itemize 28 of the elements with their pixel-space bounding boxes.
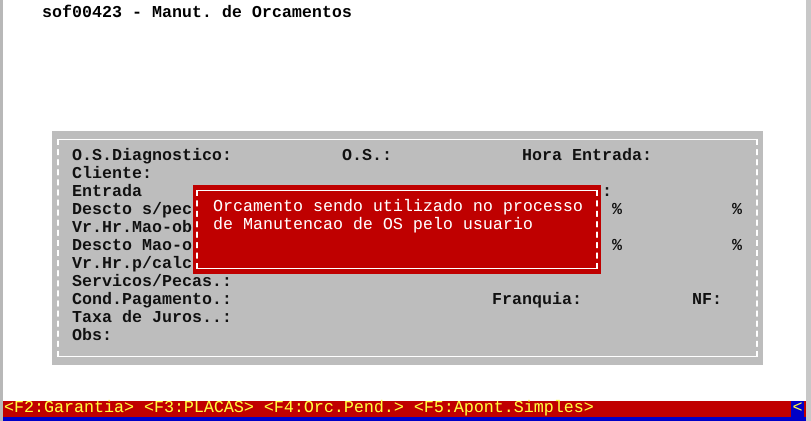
field-label: Cliente: <box>72 166 152 184</box>
field-label: % <box>732 202 742 220</box>
scroll-indicator[interactable]: < <box>791 401 804 417</box>
function-key[interactable]: <F2:Garantia> <box>4 401 134 417</box>
field-label: Taxa de Juros..: <box>72 310 232 328</box>
function-key[interactable]: <F5:Apont.Simples> <box>414 401 594 417</box>
field-label: Obs: <box>72 328 112 346</box>
field-label: Descto Mao-o <box>72 238 192 256</box>
field-label: O.S.Diagnostico: <box>72 148 232 166</box>
alert-message: de Manutencao de OS pelo usuario <box>213 217 533 235</box>
function-key[interactable]: <F4:Orc.Pend.> <box>264 401 404 417</box>
field-label: % <box>612 238 622 256</box>
field-label: % <box>612 202 622 220</box>
field-label: Entrada <box>72 184 142 202</box>
field-label: Servicos/Pecas.: <box>72 274 232 292</box>
field-label: Vr.Hr.Mao-ob <box>72 220 192 238</box>
alert-message: Orcamento sendo utilizado no processo <box>213 199 583 217</box>
field-label: : <box>602 184 612 202</box>
field-label: Vr.Hr.p/calc <box>72 256 192 274</box>
field-label: Descto s/pec <box>72 202 192 220</box>
function-key[interactable]: <F3:PLACAS> <box>144 401 254 417</box>
field-label: % <box>732 238 742 256</box>
field-label: NF: <box>692 292 722 310</box>
field-label: Franquia: <box>492 292 582 310</box>
field-label: Hora Entrada: <box>522 148 652 166</box>
window-title: sof00423 - Manut. de Orcamentos <box>42 4 352 23</box>
field-label: O.S.: <box>342 148 392 166</box>
field-label: Cond.Pagamento.: <box>72 292 232 310</box>
